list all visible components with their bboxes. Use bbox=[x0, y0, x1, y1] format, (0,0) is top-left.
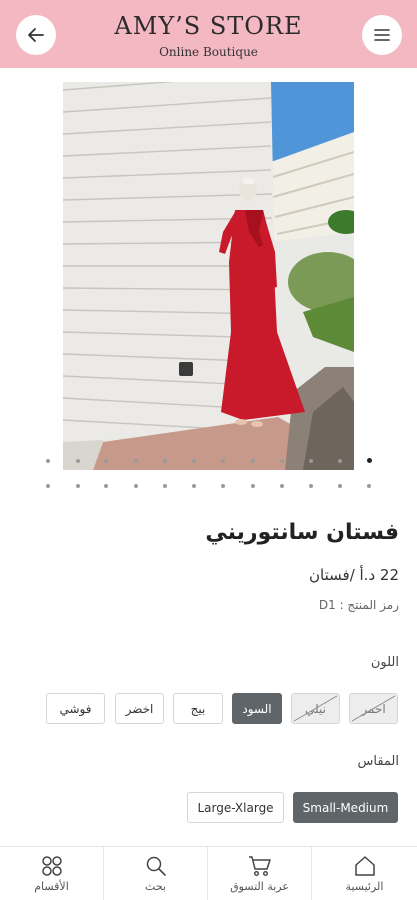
carousel-dot[interactable] bbox=[46, 459, 50, 463]
carousel-dot[interactable] bbox=[192, 484, 196, 488]
carousel-dot-active[interactable] bbox=[367, 458, 372, 463]
size-option-large-xlarge[interactable]: Large-Xlarge bbox=[187, 792, 284, 823]
color-option-navy[interactable]: نيلي bbox=[291, 693, 340, 724]
search-icon bbox=[146, 856, 166, 876]
carousel-dot[interactable] bbox=[251, 459, 255, 463]
carousel-dot[interactable] bbox=[221, 484, 225, 488]
color-option-beige[interactable]: بيج bbox=[173, 693, 223, 724]
color-section-label: اللون bbox=[370, 655, 399, 670]
carousel-dot[interactable] bbox=[163, 459, 167, 463]
color-option-fuchsia[interactable]: فوشي bbox=[46, 693, 105, 724]
nav-item-categories[interactable]: الأقسام bbox=[0, 847, 104, 900]
menu-button[interactable] bbox=[362, 15, 402, 55]
home-icon bbox=[354, 856, 375, 876]
product-image[interactable] bbox=[63, 82, 354, 470]
app-header: AMY’S STORE Online Boutique bbox=[0, 0, 417, 68]
carousel-dot[interactable] bbox=[104, 459, 108, 463]
product-name: فستان سانتوريني bbox=[205, 520, 399, 545]
product-price: 22 د.أ /فستان bbox=[309, 566, 399, 584]
cart-icon bbox=[248, 856, 271, 877]
nav-label: عربة التسوق bbox=[230, 880, 289, 893]
carousel-dot[interactable] bbox=[76, 484, 80, 488]
carousel-dot[interactable] bbox=[309, 484, 313, 488]
color-option-black[interactable]: السود bbox=[232, 693, 282, 724]
carousel-dot[interactable] bbox=[163, 484, 167, 488]
nav-label: الرئيسية bbox=[345, 880, 384, 893]
carousel-dot[interactable] bbox=[367, 484, 371, 488]
categories-icon bbox=[41, 856, 62, 876]
carousel-dot[interactable] bbox=[338, 459, 342, 463]
nav-label: الأقسام bbox=[34, 880, 69, 893]
color-option-green[interactable]: اخضر bbox=[115, 693, 164, 724]
nav-item-search[interactable]: بحث bbox=[104, 847, 208, 900]
store-title: AMY’S STORE bbox=[114, 12, 303, 40]
color-option-red[interactable]: احمر bbox=[349, 693, 398, 724]
carousel-dot[interactable] bbox=[134, 484, 138, 488]
carousel-dot[interactable] bbox=[104, 484, 108, 488]
carousel-dot[interactable] bbox=[221, 459, 225, 463]
size-section-label: المقاس bbox=[357, 754, 400, 769]
nav-label: بحث bbox=[145, 880, 166, 893]
store-subtitle: Online Boutique bbox=[159, 45, 258, 59]
carousel-dot[interactable] bbox=[309, 459, 313, 463]
unavailable-strike-icon bbox=[351, 695, 396, 722]
carousel-dot[interactable] bbox=[280, 459, 284, 463]
nav-item-home[interactable]: الرئيسية bbox=[312, 847, 417, 900]
bottom-nav: الأقسام بحث عربة التسوق الرئيسية bbox=[0, 846, 417, 900]
carousel-dot[interactable] bbox=[251, 484, 255, 488]
unavailable-strike-icon bbox=[293, 695, 338, 722]
carousel-dot[interactable] bbox=[76, 459, 80, 463]
carousel-dot[interactable] bbox=[134, 459, 138, 463]
hamburger-menu-icon bbox=[374, 29, 390, 41]
size-option-small-medium[interactable]: Small-Medium bbox=[293, 792, 398, 823]
carousel-dot[interactable] bbox=[338, 484, 342, 488]
carousel-dot[interactable] bbox=[280, 484, 284, 488]
carousel-dot[interactable] bbox=[46, 484, 50, 488]
nav-item-cart[interactable]: عربة التسوق bbox=[208, 847, 312, 900]
product-code: رمز المنتج : D1 bbox=[318, 598, 399, 612]
carousel-dot[interactable] bbox=[192, 459, 196, 463]
